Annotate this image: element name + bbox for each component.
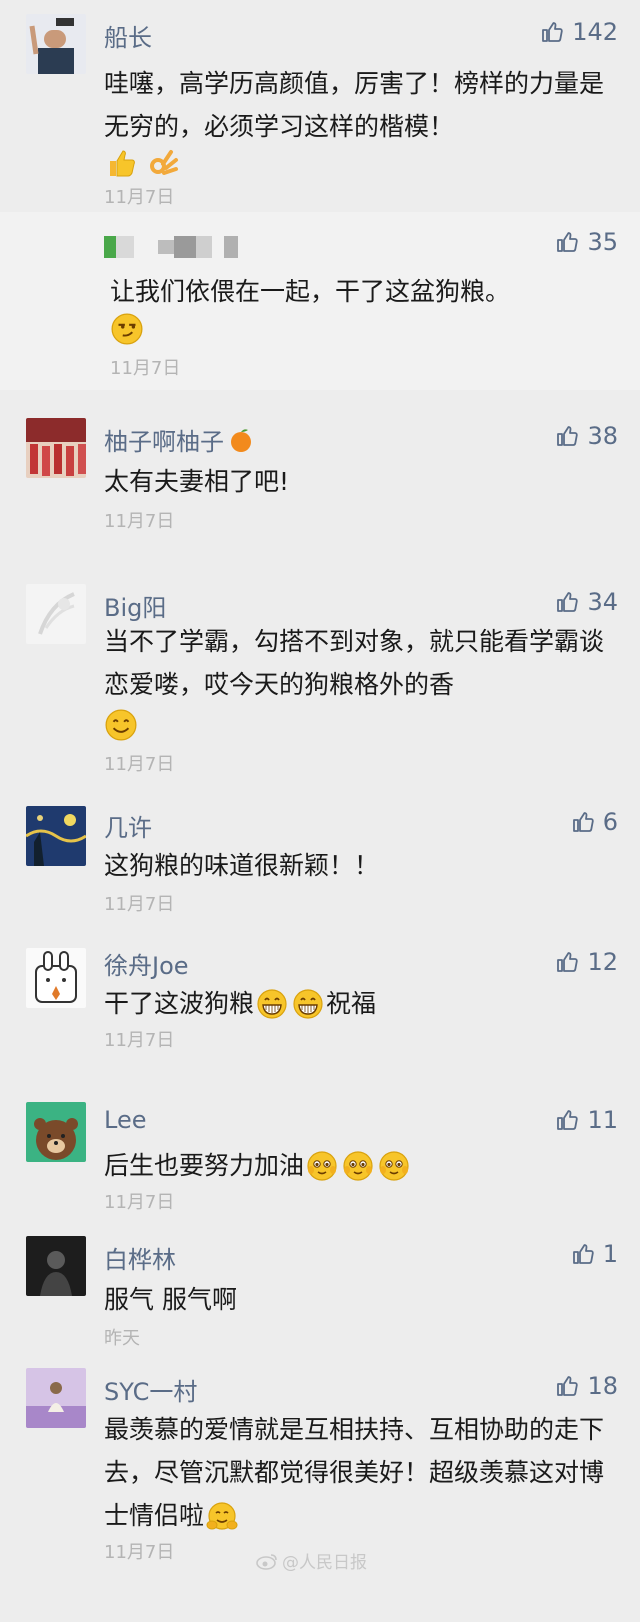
comment-text: 服气 服气啊 <box>104 1285 237 1314</box>
like-button[interactable]: 12 <box>555 946 618 978</box>
like-count: 1 <box>602 1240 618 1268</box>
thumbs-up-icon <box>540 20 564 44</box>
comment-item: 柚子啊柚子 38 太有夫妻相了吧! 11月7日 <box>0 404 640 554</box>
smile-emoji-icon <box>104 708 138 742</box>
comment-item: SYC一村 18 最羡慕的爱情就是互相扶持、互相协助的走下去，尽管沉默都觉得很美… <box>0 1358 640 1568</box>
like-button[interactable]: 38 <box>555 420 618 452</box>
thumbs-up-icon <box>555 1108 579 1132</box>
thumbs-up-icon <box>555 230 579 254</box>
smirk-emoji-icon <box>110 312 144 346</box>
comment-item: 白桦林 1 服气 服气啊 昨天 <box>0 1226 640 1356</box>
username-pixelated[interactable] <box>104 236 238 258</box>
username[interactable]: SYC一村 <box>104 1372 197 1407</box>
comment-date: 昨天 <box>104 1328 140 1349</box>
comment-date: 11月7日 <box>104 1542 175 1563</box>
weibo-logo-icon <box>256 1553 277 1570</box>
comment-date: 11月7日 <box>104 1030 175 1051</box>
username[interactable]: 柚子啊柚子 <box>104 422 254 457</box>
like-count: 12 <box>587 948 618 976</box>
comment-text: 最羡慕的爱情就是互相扶持、互相协助的走下去，尽管沉默都觉得很美好！超级羡慕这对博… <box>104 1408 610 1537</box>
grin-emoji-icon <box>292 988 324 1020</box>
like-button[interactable]: 6 <box>571 806 618 838</box>
like-button[interactable]: 18 <box>555 1370 618 1402</box>
like-count: 35 <box>587 228 618 256</box>
comment-text: 当不了学霸，勾搭不到对象，就只能看学霸谈恋爱喽，哎今天的狗粮格外的香 <box>104 627 605 699</box>
hug-emoji-icon <box>206 1501 238 1533</box>
username[interactable]: 白桦林 <box>104 1240 176 1275</box>
thumbs-up-icon <box>555 590 579 614</box>
pleading-emoji-icon <box>342 1150 374 1182</box>
comment-text: 这狗粮的味道很新颖！！ <box>104 851 380 880</box>
pleading-emoji-icon <box>306 1150 338 1182</box>
like-count: 6 <box>602 808 618 836</box>
thumbs-up-icon <box>555 1374 579 1398</box>
comment-text: 后生也要努力加油 <box>104 1144 610 1187</box>
username[interactable]: Big阳 <box>104 588 166 623</box>
ok-hand-emoji-icon <box>150 150 178 175</box>
like-button[interactable]: 142 <box>540 16 618 48</box>
like-button[interactable]: 35 <box>555 226 618 258</box>
comment-item: Lee 11 后生也要努力加油 11月7日 <box>0 1092 640 1222</box>
comment-date: 11月7日 <box>104 187 175 208</box>
username[interactable]: 船长 <box>104 18 152 53</box>
avatar[interactable] <box>26 14 86 74</box>
emoji-row <box>104 146 180 180</box>
avatar[interactable] <box>26 418 86 478</box>
like-count: 38 <box>587 422 618 450</box>
like-button[interactable]: 11 <box>555 1104 618 1136</box>
avatar[interactable] <box>26 948 86 1008</box>
avatar[interactable] <box>26 806 86 866</box>
comment-text: 让我们依偎在一起，干了这盆狗粮。 <box>110 277 511 306</box>
pleading-emoji-icon <box>378 1150 410 1182</box>
emoji-row <box>104 708 138 742</box>
like-count: 18 <box>587 1372 618 1400</box>
comment-text: 干了这波狗粮 祝福 <box>104 988 377 1020</box>
thumbs-up-icon <box>571 810 595 834</box>
comment-item: 徐舟Joe 12 干了这波狗粮 祝福 11月7日 <box>0 934 640 1074</box>
comment-date: 11月7日 <box>104 754 175 775</box>
like-count: 142 <box>572 18 618 46</box>
comment-text: 哇噻，高学历高颜值，厉害了！榜样的力量是无穷的，必须学习这样的楷模！ <box>104 69 605 141</box>
like-button[interactable]: 1 <box>571 1238 618 1270</box>
grin-emoji-icon <box>256 988 288 1020</box>
comment-date: 11月7日 <box>104 511 175 532</box>
weibo-watermark: @人民日报 <box>256 1548 367 1573</box>
comment-item: 几许 6 这狗粮的味道很新颖！！ 11月7日 <box>0 792 640 932</box>
like-count: 11 <box>587 1106 618 1134</box>
avatar[interactable] <box>26 1368 86 1428</box>
thumbs-up-icon <box>571 1242 595 1266</box>
thumbs-up-icon <box>555 424 579 448</box>
comment-item: 35 让我们依偎在一起，干了这盆狗粮。 11月7日 <box>0 212 640 390</box>
like-button[interactable]: 34 <box>555 586 618 618</box>
thumbs-up-icon <box>555 950 579 974</box>
avatar[interactable] <box>26 584 86 644</box>
thumbs-up-emoji-icon <box>110 150 135 177</box>
comment-item: 船长 142 哇噻，高学历高颜值，厉害了！榜样的力量是无穷的，必须学习这样的楷模… <box>0 0 640 210</box>
comment-item: Big阳 34 当不了学霸，勾搭不到对象，就只能看学霸谈恋爱喽，哎今天的狗粮格外… <box>0 570 640 790</box>
username[interactable]: 几许 <box>104 808 152 843</box>
comment-date: 11月7日 <box>110 358 181 379</box>
emoji-row <box>110 312 144 346</box>
comment-date: 11月7日 <box>104 894 175 915</box>
comment-text: 太有夫妻相了吧! <box>104 467 290 496</box>
username[interactable]: Lee <box>104 1106 146 1134</box>
avatar[interactable] <box>26 1236 86 1296</box>
comment-date: 11月7日 <box>104 1192 175 1213</box>
tangerine-emoji-icon <box>231 428 251 452</box>
avatar[interactable] <box>26 1102 86 1162</box>
like-count: 34 <box>587 588 618 616</box>
username[interactable]: 徐舟Joe <box>104 946 189 981</box>
